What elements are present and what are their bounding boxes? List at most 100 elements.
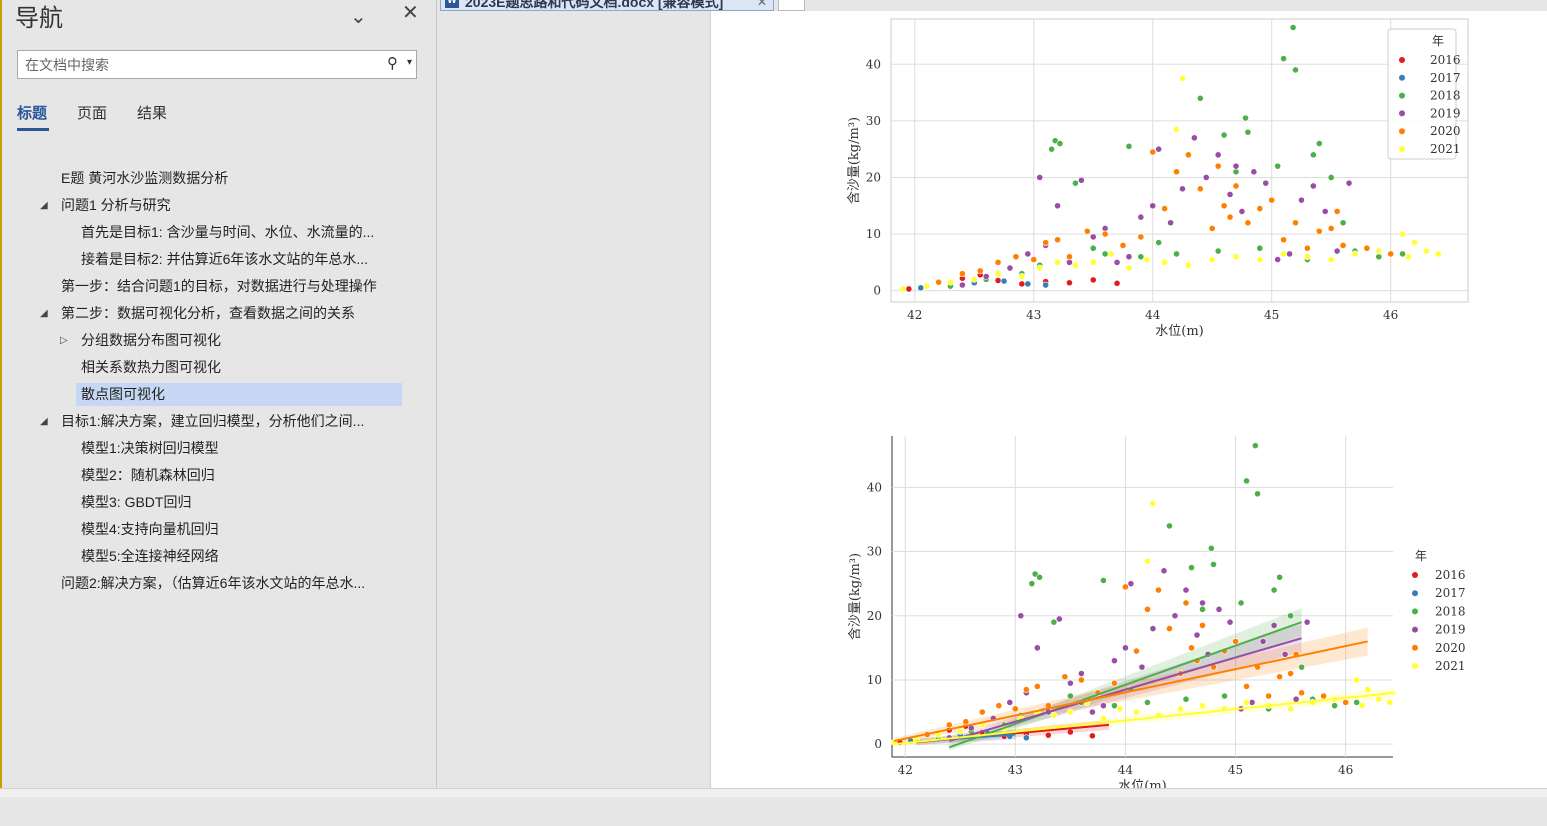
chevron-down-icon[interactable]: ▾: [407, 57, 412, 68]
nav-heading-label: 首先是目标1: 含沙量与时间、水位、水流量的...: [81, 224, 375, 240]
data-point-2019: [1345, 179, 1353, 187]
data-point-2019: [1321, 208, 1329, 215]
nav-heading-item[interactable]: 模型5:全连接神经网络: [81, 545, 219, 568]
data-point-2019: [1122, 644, 1129, 652]
data-point-2019: [1089, 233, 1097, 241]
data-point-2019: [1137, 213, 1145, 221]
data-point-2020: [1077, 676, 1085, 684]
data-point-2020: [1243, 682, 1250, 690]
data-point-2018: [1196, 94, 1204, 102]
data-point-2018: [1244, 128, 1252, 136]
data-point-2020: [1166, 625, 1173, 632]
document-tab[interactable]: W 2023E题思路和代码文档.docx [兼容模式] ✕: [440, 0, 774, 11]
data-point-2021: [1327, 256, 1335, 263]
data-point-2019: [1333, 247, 1341, 255]
expanded-triangle-icon[interactable]: ◢: [40, 194, 48, 217]
data-point-2016: [1018, 280, 1026, 288]
expanded-triangle-icon[interactable]: ◢: [40, 302, 48, 325]
nav-heading-item[interactable]: ▷ 分组数据分布图可视化: [60, 329, 221, 352]
legend-marker-2019: [1399, 110, 1405, 117]
expanded-triangle-icon[interactable]: ◢: [40, 410, 48, 433]
data-point-2019: [958, 281, 966, 289]
chevron-down-icon[interactable]: ⌄: [350, 4, 367, 29]
data-point-2021: [1185, 261, 1192, 269]
legend-label: 2019: [1430, 106, 1461, 120]
scatter-chart-top: 42 43 44 45 46 0 10 20 30 40 水位(m) 含沙量(kg/m³) 年 2016 2…: [846, 18, 1469, 339]
plot-area: [892, 436, 1393, 757]
data-point-2020: [945, 721, 953, 729]
data-point-2019: [1182, 586, 1190, 594]
data-point-2019: [1113, 258, 1121, 266]
nav-heading-item[interactable]: ◢ 第二步：数据可视化分析，查看数据之间的关系: [40, 302, 355, 325]
nav-heading-item[interactable]: 模型1:决策树回归模型: [81, 437, 219, 460]
data-point-2018: [1207, 544, 1215, 552]
data-point-2020: [1333, 208, 1341, 215]
legend-marker-2017: [1412, 590, 1418, 597]
data-point-2020: [1188, 644, 1195, 652]
close-icon[interactable]: ✕: [402, 0, 419, 25]
data-point-2019: [1127, 580, 1135, 588]
nav-heading-item[interactable]: 问题2:解决方案，（估算近6年该水文站的年总水...: [61, 572, 365, 595]
nav-heading-item[interactable]: 接着是目标2: 并估算近6年该水文站的年总水...: [81, 248, 368, 271]
data-point-2021: [1161, 258, 1169, 266]
data-point-2019: [1024, 250, 1032, 258]
x-tick-label: 42: [898, 763, 913, 777]
y-tick-label: 10: [866, 227, 881, 241]
collapsed-triangle-icon[interactable]: ▷: [60, 329, 68, 352]
data-point-2019: [1036, 174, 1044, 181]
tab-headings[interactable]: 标题: [17, 102, 47, 123]
data-point-2021: [1100, 715, 1107, 722]
data-point-2019: [1055, 615, 1063, 623]
data-point-2019: [1077, 176, 1085, 184]
nav-heading-item[interactable]: 模型3: GBDT回归: [81, 491, 191, 514]
data-point-2018: [1221, 692, 1228, 700]
data-point-2019: [1303, 618, 1311, 626]
y-tick-label: 10: [867, 673, 882, 687]
search-icon[interactable]: ⚲: [387, 54, 398, 72]
tab-pages[interactable]: 页面: [77, 102, 107, 123]
legend-marker-2018: [1412, 608, 1418, 615]
nav-heading-item[interactable]: ◢ 问题1 分析与研究: [40, 194, 171, 217]
data-point-2020: [976, 267, 984, 275]
data-point-2018: [1251, 442, 1259, 450]
data-point-2019: [1292, 695, 1300, 703]
data-point-2021: [1149, 500, 1157, 507]
data-point-2020: [1196, 185, 1204, 193]
data-point-2019: [1006, 264, 1014, 272]
data-point-2020: [1303, 244, 1311, 252]
data-point-2018: [1289, 24, 1297, 31]
search-input[interactable]: [18, 51, 382, 78]
data-point-2018: [1254, 490, 1261, 498]
new-tab[interactable]: [778, 0, 805, 11]
data-point-2020: [962, 718, 970, 726]
data-point-2018: [1111, 702, 1118, 710]
search-box[interactable]: ⚲ ▾: [17, 50, 417, 79]
data-point-2018: [1292, 66, 1299, 74]
nav-heading-item[interactable]: 首先是目标1: 含沙量与时间、水位、水流量的...: [81, 221, 374, 244]
nav-heading-item[interactable]: E题 黄河水沙监测数据分析: [61, 167, 228, 190]
nav-heading-item[interactable]: 模型2：随机森林回归: [81, 464, 215, 487]
nav-heading-item[interactable]: 散点图可视化: [76, 383, 402, 406]
data-point-2018: [1066, 692, 1074, 700]
data-point-2018: [1036, 573, 1043, 581]
nav-heading-item[interactable]: 第一步：结合问题1的目标，对数据进行与处理操作: [61, 275, 377, 298]
data-point-2020: [1161, 205, 1169, 213]
nav-heading-label: 目标1:解决方案，建立回归模型，分析他们之间...: [61, 413, 365, 429]
data-point-2020: [1101, 230, 1109, 238]
nav-heading-label: 第二步：数据可视化分析，查看数据之间的关系: [61, 305, 355, 321]
data-point-2018: [1100, 577, 1107, 584]
nav-heading-item[interactable]: 相关系数热力图可视化: [81, 356, 221, 379]
nav-heading-label: 相关系数热力图可视化: [81, 359, 221, 375]
tab-results[interactable]: 结果: [137, 102, 167, 123]
legend-label: 2021: [1435, 659, 1466, 673]
nav-heading-item[interactable]: ◢ 目标1:解决方案，建立回归模型，分析他们之间...: [40, 410, 365, 433]
close-icon[interactable]: ✕: [757, 0, 767, 10]
data-point-2020: [1268, 196, 1276, 204]
data-point-2020: [1137, 233, 1145, 241]
data-point-2018: [1089, 244, 1097, 252]
nav-heading-label: 模型3: GBDT回归: [81, 494, 192, 510]
data-point-2021: [1054, 258, 1061, 266]
nav-heading-item[interactable]: 模型4:支持向量机回归: [81, 518, 219, 541]
data-point-2020: [1061, 673, 1069, 681]
data-point-2020: [1287, 670, 1294, 677]
